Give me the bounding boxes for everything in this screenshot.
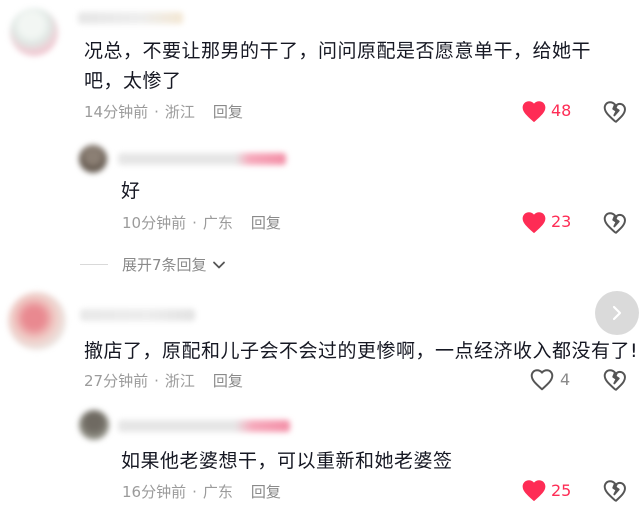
comment-location: 浙江 [164,103,195,121]
reply-text: 如果他老婆想干，可以重新和她老婆签 [121,450,453,472]
heart-icon[interactable] [529,367,555,391]
reply-location: 广东 [202,214,233,232]
reply-location: 广东 [202,483,233,501]
comment-meta: 27分钟前 · 浙江 回复 [84,372,243,390]
chevron-right-icon [610,304,624,322]
like-count: 23 [551,212,572,231]
heart-icon[interactable] [521,210,547,234]
heart-icon[interactable] [521,478,547,502]
comment-meta: 14分钟前 · 浙江 回复 [84,103,243,121]
avatar[interactable] [10,8,58,56]
broken-heart-icon[interactable] [602,210,628,234]
avatar[interactable] [79,410,109,440]
comment-text: 况总，不要让那男的干了，问问原配是否愿意单干，给她干吧，太惨了 [84,40,592,92]
like-count: 25 [551,481,572,500]
reply-meta: 16分钟前 · 广东 回复 [122,483,281,501]
divider [80,264,108,265]
expand-replies-button[interactable]: 展开7条回复 [122,254,226,275]
scroll-next-button[interactable] [595,291,639,335]
username[interactable] [118,153,286,165]
reply-text: 好 [121,180,141,202]
heart-icon[interactable] [521,99,547,123]
comment-text: 撤店了，原配和儿子会不会过的更惨啊，一点经济收入都没有了! [84,340,639,362]
username[interactable] [80,309,195,321]
broken-heart-icon[interactable] [602,367,628,391]
username[interactable] [118,420,290,432]
reply-meta: 10分钟前 · 广东 回复 [122,214,281,232]
reply-time: 10分钟前 [122,214,187,232]
reply-button[interactable]: 回复 [213,103,243,121]
like-count: 4 [560,370,571,389]
reply-button[interactable]: 回复 [213,372,243,390]
reply-button[interactable]: 回复 [251,214,281,232]
username[interactable] [78,12,183,24]
reply-time: 16分钟前 [122,483,187,501]
avatar[interactable] [8,292,66,350]
like-count: 48 [551,101,572,120]
comment-time: 14分钟前 [84,103,149,121]
reply-button[interactable]: 回复 [251,483,281,501]
broken-heart-icon[interactable] [602,99,628,123]
comment-location: 浙江 [164,372,195,390]
comment-time: 27分钟前 [84,372,149,390]
expand-replies-label: 展开7条回复 [122,256,207,274]
avatar[interactable] [79,145,107,173]
broken-heart-icon[interactable] [602,478,628,502]
chevron-down-icon [212,260,226,270]
